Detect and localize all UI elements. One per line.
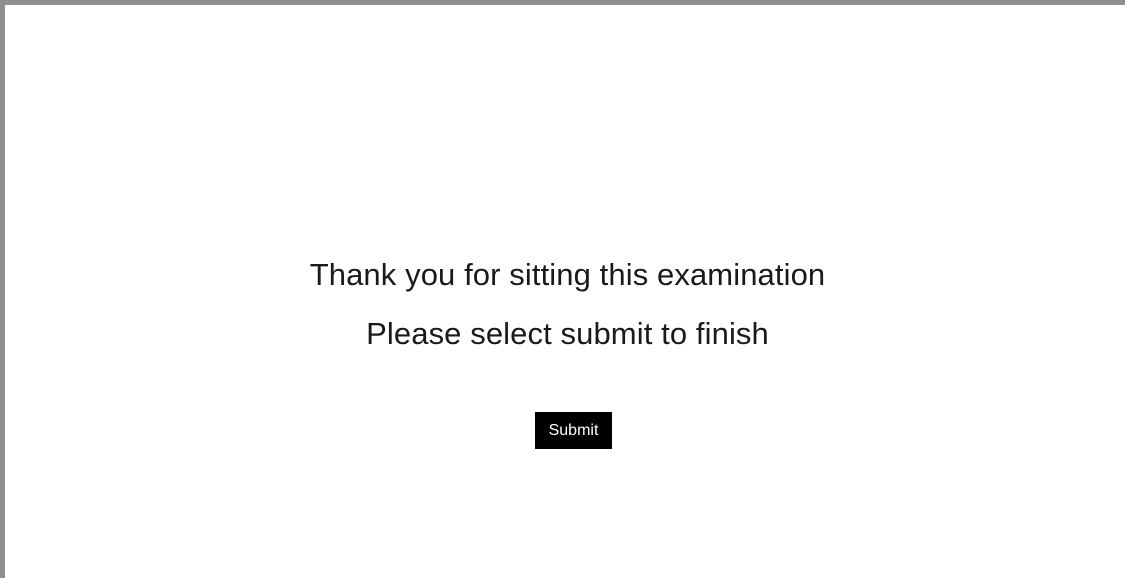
exam-completion-panel: Thank you for sitting this examination P… (0, 0, 1125, 578)
submit-instruction: Please select submit to finish (366, 316, 769, 351)
submit-button[interactable]: Submit (535, 412, 612, 449)
thank-you-message: Thank you for sitting this examination (309, 257, 826, 292)
